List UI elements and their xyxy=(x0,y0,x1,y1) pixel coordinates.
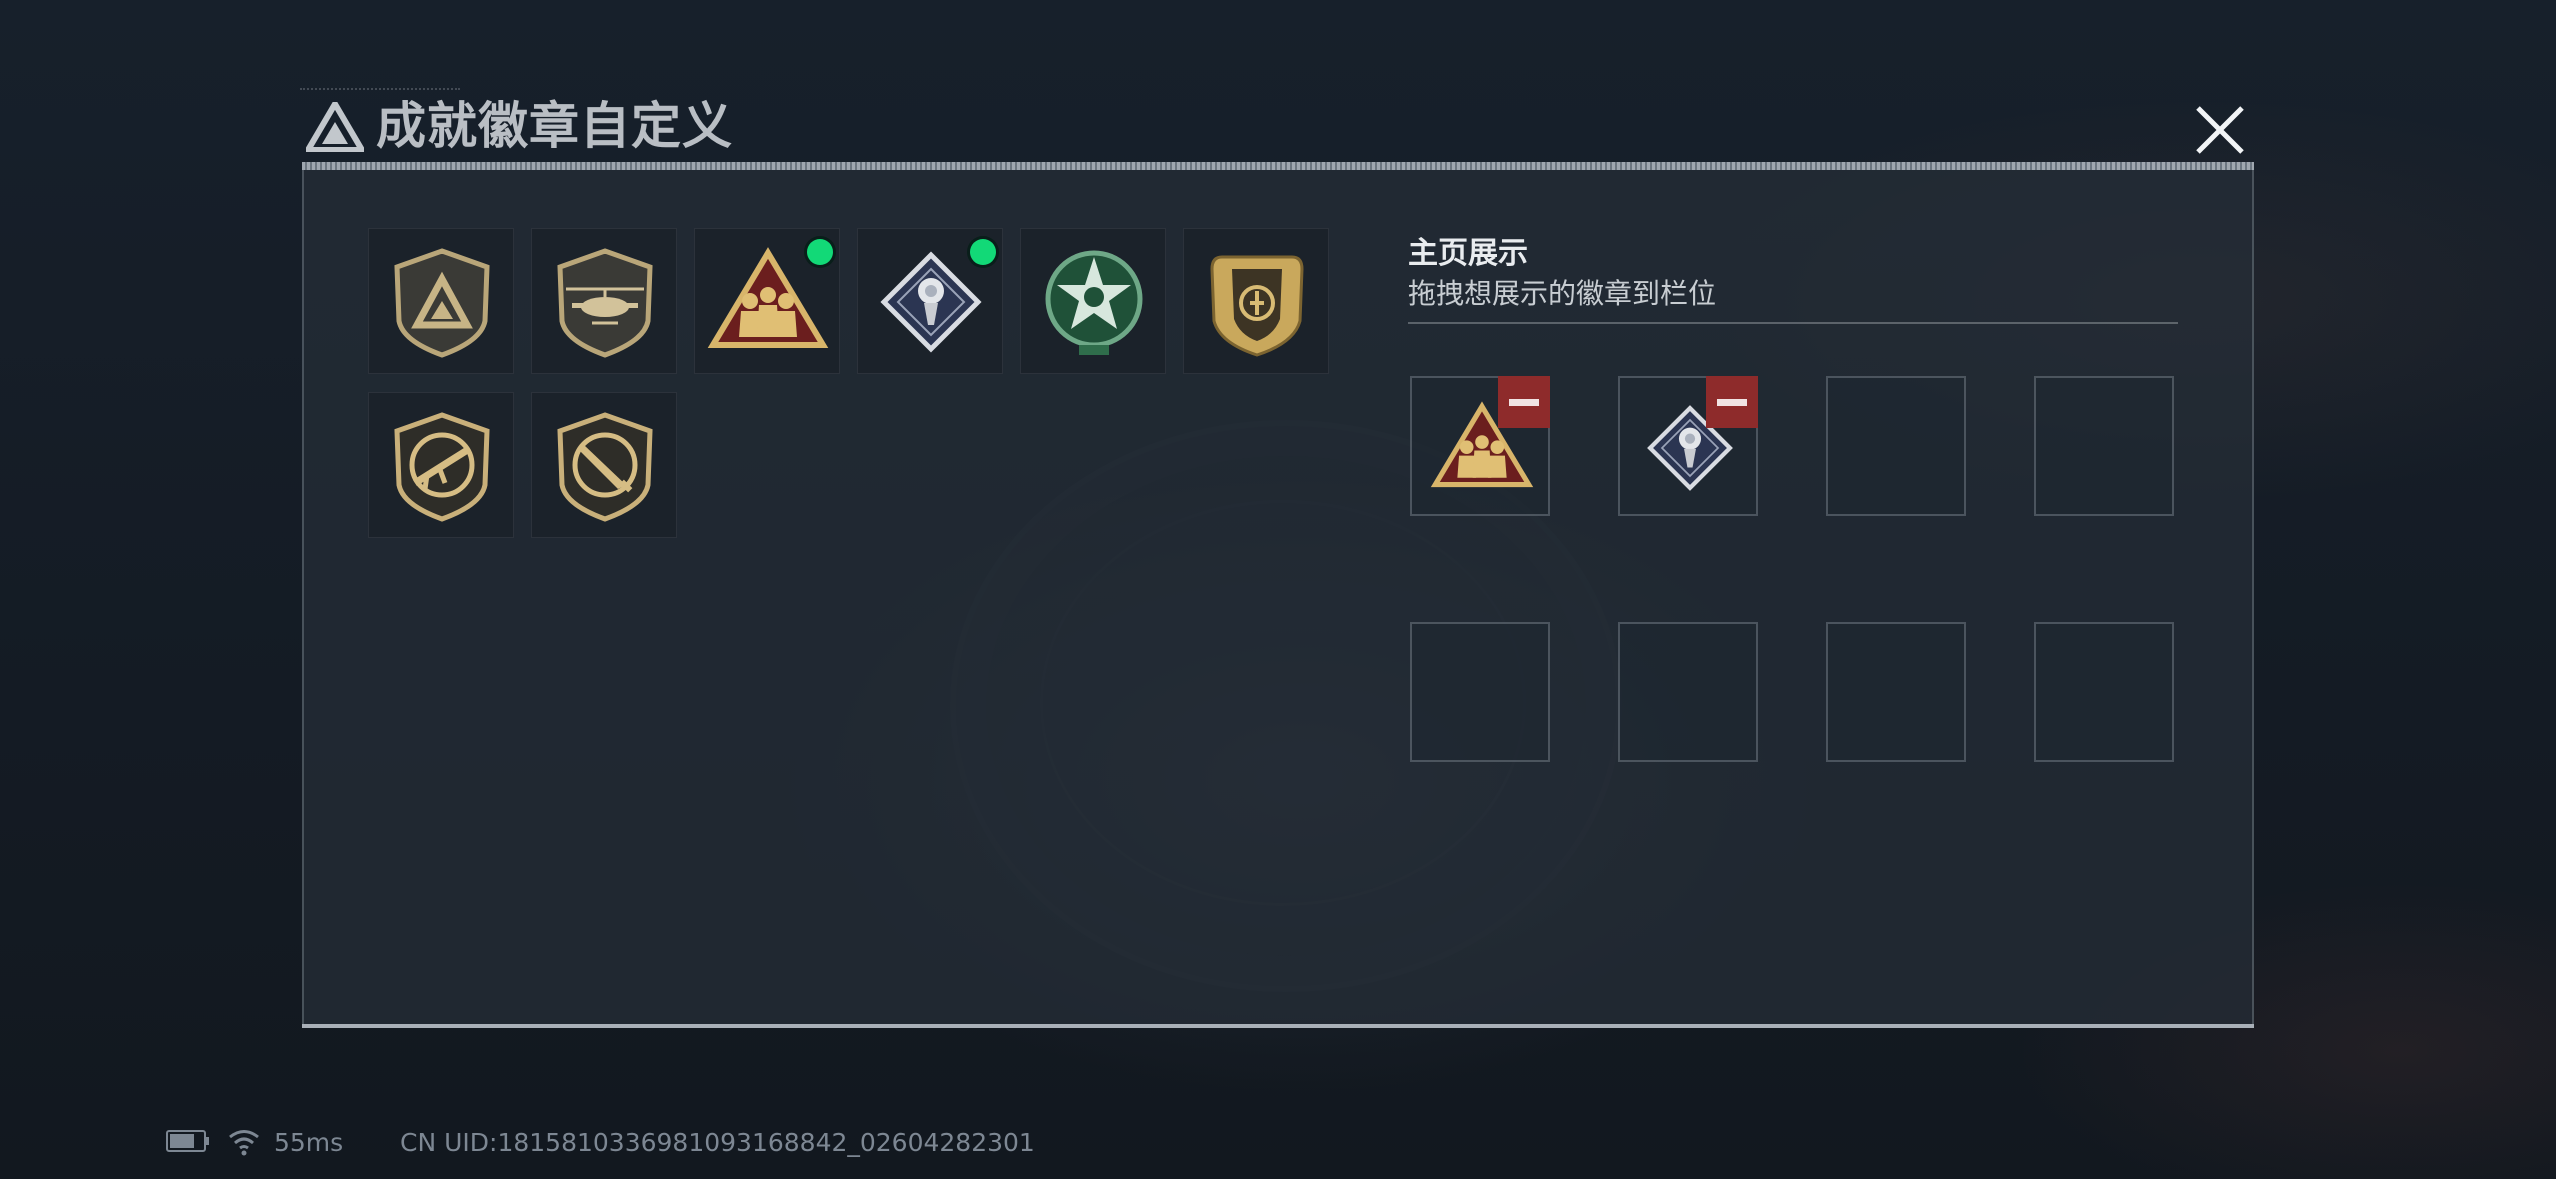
badge-tile-7[interactable] xyxy=(368,392,514,538)
badge-tile-5[interactable] xyxy=(1020,228,1166,374)
showcase-slot-7[interactable] xyxy=(1826,622,1966,762)
badge-tile-8[interactable] xyxy=(531,392,677,538)
user-uid: CN UID:1815810336981093168842_0260428230… xyxy=(400,1128,1035,1157)
gold-crest-badge-icon xyxy=(1210,255,1304,357)
new-badge-indicator xyxy=(807,239,833,265)
header-rule xyxy=(302,162,2254,170)
new-badge-indicator xyxy=(970,239,996,265)
showcase-slot-2[interactable] xyxy=(1618,376,1758,516)
game-logo-icon xyxy=(306,102,364,152)
green-star-emblem-badge-icon xyxy=(1045,250,1143,355)
panel-bottom-rule xyxy=(302,1024,2254,1028)
badge-tile-1[interactable] xyxy=(368,228,514,374)
badge-tile-3[interactable] xyxy=(694,228,840,374)
badge-tile-4[interactable] xyxy=(857,228,1003,374)
showcase-slot-1[interactable] xyxy=(1410,376,1550,516)
triangle-logo-shield-badge-icon xyxy=(394,248,490,358)
ping-readout: 55ms xyxy=(274,1128,344,1157)
showcase-slot-3[interactable] xyxy=(1826,376,1966,516)
showcase-title: 主页展示 xyxy=(1408,236,1528,271)
remove-badge-button[interactable] xyxy=(1498,376,1550,428)
showcase-slot-5[interactable] xyxy=(1410,622,1550,762)
showcase-slot-6[interactable] xyxy=(1618,622,1758,762)
badge-tile-6[interactable] xyxy=(1183,228,1329,374)
helicopter-shield-badge-icon xyxy=(557,248,653,358)
knife-shield-badge-icon xyxy=(557,412,653,522)
showcase-slot-4[interactable] xyxy=(2034,376,2174,516)
badge-tile-2[interactable] xyxy=(531,228,677,374)
remove-badge-button[interactable] xyxy=(1706,376,1758,428)
wifi-icon xyxy=(229,1130,259,1156)
dialog-title: 成就徽章自定义 xyxy=(376,97,733,155)
showcase-slot-8[interactable] xyxy=(2034,622,2174,762)
rifle-shield-badge-icon xyxy=(394,412,490,522)
showcase-divider xyxy=(1408,322,2178,324)
close-icon[interactable] xyxy=(2190,100,2250,160)
showcase-subtitle: 拖拽想展示的徽章到栏位 xyxy=(1408,277,1717,310)
dialog-header: 成就徽章自定义 xyxy=(300,88,2250,168)
battery-icon xyxy=(166,1130,209,1152)
